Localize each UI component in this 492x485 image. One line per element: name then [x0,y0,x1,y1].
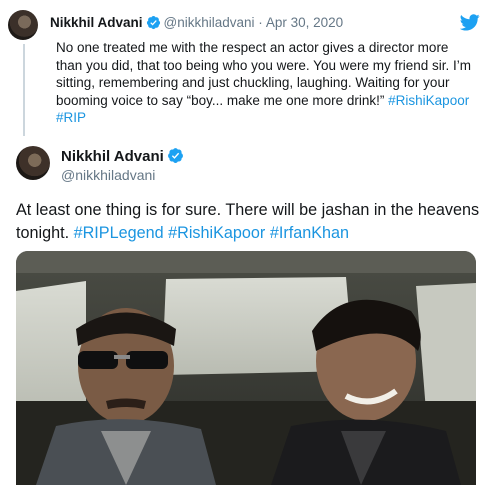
tweet-text: No one treated me with the respect an ac… [56,39,476,127]
twitter-bird-icon[interactable] [459,14,480,36]
verified-badge-icon [146,15,161,33]
author-handle[interactable]: @nikkhiladvani [61,167,155,183]
author-name-row[interactable]: Nikkhil Advani [61,147,187,168]
hashtag-link[interactable]: #RIP [56,110,86,125]
avatar[interactable] [8,10,38,40]
hashtag-link[interactable]: #RishiKapoor [168,224,265,242]
meta-separator: · [258,15,263,30]
tweet-media-image[interactable] [16,251,476,485]
author-handle[interactable]: @nikkhiladvani [164,15,255,30]
tweet-date[interactable]: Apr 30, 2020 [266,15,343,30]
hashtag-link[interactable]: #RIPLegend [74,224,164,242]
author-name[interactable]: Nikkhil Advani [61,148,164,165]
car-interior-photo [16,251,476,485]
avatar[interactable] [16,146,50,180]
author-name[interactable]: Nikkhil Advani [50,15,143,30]
thread-connector [23,44,25,136]
hashtag-link[interactable]: #RishiKapoor [388,93,469,108]
tweet-header: Nikkhil Advani @nikkhiladvani · Apr 30, 2… [50,15,343,33]
tweet-text: At least one thing is for sure. There wi… [16,199,481,245]
verified-badge-icon [167,147,184,168]
hashtag-link[interactable]: #IrfanKhan [270,224,349,242]
